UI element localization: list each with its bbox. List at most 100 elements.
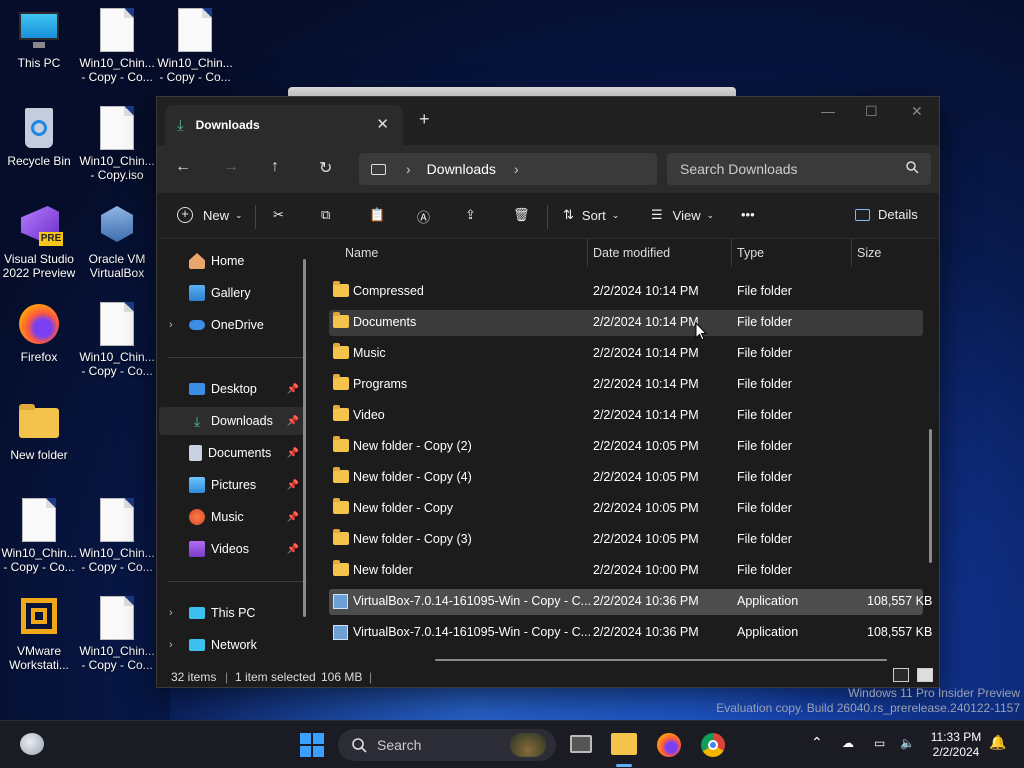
desktop-icon-visual-studio[interactable]: PRE Visual Studio 2022 Preview <box>0 204 78 280</box>
sidebar-item-this-pc[interactable]: › This PC <box>159 599 305 627</box>
chevron-right-icon[interactable]: › <box>169 319 173 331</box>
file-row[interactable]: Music 2/2/2024 10:14 PM File folder <box>329 341 923 367</box>
maximize-button[interactable]: ☐ <box>865 103 878 120</box>
desktop-icon-label: New folder <box>10 448 68 462</box>
sidebar-item-downloads[interactable]: ⤓ Downloads 📌 <box>159 407 305 435</box>
sidebar-item-videos[interactable]: Videos 📌 <box>159 535 305 563</box>
cut-icon[interactable]: ✂ <box>273 207 284 223</box>
horizontal-scrollbar[interactable] <box>435 659 887 661</box>
file-row[interactable]: Compressed 2/2/2024 10:14 PM File folder <box>329 279 923 305</box>
task-view-icon[interactable] <box>570 735 592 753</box>
cloud-offline-icon[interactable]: ☁ <box>842 736 854 751</box>
file-row[interactable]: Programs 2/2/2024 10:14 PM File folder <box>329 372 923 398</box>
file-row[interactable]: New folder 2/2/2024 10:00 PM File folder <box>329 558 923 584</box>
search-input[interactable]: Search Downloads <box>667 153 931 185</box>
desktop-icon-file[interactable]: Win10_Chin... - Copy - Co... <box>78 498 156 574</box>
file-row[interactable]: Documents 2/2/2024 10:14 PM File folder <box>329 310 923 336</box>
desktop-icon-iso[interactable]: Win10_Chin... - Copy.iso <box>78 106 156 182</box>
pin-icon[interactable]: 📌 <box>287 512 299 523</box>
desktop-icon-new-folder[interactable]: New folder <box>0 400 78 462</box>
virtualbox-installer-icon <box>333 594 348 609</box>
chrome-taskbar-icon[interactable] <box>701 733 725 757</box>
sidebar-item-home[interactable]: Home <box>159 247 305 275</box>
file-row[interactable]: New folder - Copy (3) 2/2/2024 10:05 PM Fi… <box>329 527 923 553</box>
file-row[interactable]: New folder - Copy (2) 2/2/2024 10:05 PM Fi… <box>329 434 923 460</box>
network-icon[interactable]: ▭ <box>874 736 885 751</box>
details-button[interactable]: Details <box>855 207 918 222</box>
sidebar-item-documents[interactable]: Documents 📌 <box>159 439 305 467</box>
refresh-button[interactable]: ↻ <box>319 158 332 178</box>
volume-icon[interactable]: 🔈 <box>900 736 915 751</box>
taskbar-search[interactable]: Search <box>338 729 556 761</box>
desktop-icon-recycle-bin[interactable]: Recycle Bin <box>0 106 78 168</box>
sidebar-item-gallery[interactable]: Gallery <box>159 279 305 307</box>
copy-icon[interactable]: ⧉ <box>321 207 330 223</box>
sidebar-item-desktop[interactable]: Desktop 📌 <box>159 375 305 403</box>
file-row[interactable]: New folder - Copy (4) 2/2/2024 10:05 PM Fi… <box>329 465 923 491</box>
pin-icon[interactable]: 📌 <box>287 544 299 555</box>
sidebar-item-music[interactable]: Music 📌 <box>159 503 305 531</box>
desktop-icon-this-pc[interactable]: This PC <box>0 8 78 70</box>
file-list-scrollbar[interactable] <box>929 429 932 563</box>
desktop-icon-file[interactable]: Win10_Chin... - Copy - Co... <box>78 596 156 672</box>
column-header-date[interactable]: Date modified <box>593 246 670 260</box>
column-header-size[interactable]: Size <box>857 246 881 260</box>
notification-bell-icon[interactable]: 🔔 <box>989 735 1006 750</box>
weather-icon[interactable] <box>20 733 44 755</box>
desktop-icon-file[interactable]: Win10_Chin... - Copy - Co... <box>0 498 78 574</box>
chevron-right-icon[interactable]: › <box>169 639 173 651</box>
desktop-icon-file[interactable]: Win10_Chin... - Copy - Co... <box>156 8 234 84</box>
clock[interactable]: 11:33 PM 2/2/2024 <box>924 730 988 760</box>
column-header-name[interactable]: Name <box>345 246 378 260</box>
forward-button[interactable]: → <box>223 158 239 176</box>
new-button[interactable]: + New ⌄ <box>177 207 243 223</box>
details-view-icon[interactable] <box>893 668 909 682</box>
desktop-icon-label: Recycle Bin <box>7 154 71 168</box>
pin-icon[interactable]: 📌 <box>287 384 299 395</box>
sidebar-item-pictures[interactable]: Pictures 📌 <box>159 471 305 499</box>
file-row[interactable]: VirtualBox-7.0.14-161095-Win - Copy - C.… <box>329 620 932 646</box>
up-button[interactable]: ↑ <box>271 158 279 176</box>
pin-icon[interactable]: 📌 <box>287 448 299 459</box>
file-type: File folder <box>737 315 792 329</box>
new-tab-button[interactable]: + <box>419 109 430 130</box>
more-options-button[interactable]: ••• <box>741 207 755 222</box>
sidebar-item-onedrive[interactable]: › OneDrive <box>159 311 305 339</box>
desktop-icon-virtualbox[interactable]: Oracle VM VirtualBox <box>78 204 156 280</box>
address-field[interactable]: › Downloads › <box>359 153 657 185</box>
column-header-type[interactable]: Type <box>737 246 764 260</box>
desktop-icon-file[interactable]: Win10_Chin... - Copy - Co... <box>78 302 156 378</box>
file-row[interactable]: VirtualBox-7.0.14-161095-Win - Copy - C.… <box>329 589 932 615</box>
chevron-up-icon[interactable]: ⌃ <box>811 735 823 750</box>
close-window-button[interactable]: ✕ <box>911 103 923 120</box>
sidebar-item-label: Pictures <box>211 478 257 492</box>
pin-icon[interactable]: 📌 <box>287 416 299 427</box>
close-tab-icon[interactable]: ✕ <box>376 115 389 133</box>
breadcrumb-downloads[interactable]: Downloads <box>427 161 496 177</box>
desktop-icon-firefox[interactable]: Firefox <box>0 302 78 364</box>
tab-downloads[interactable]: ⤓ Downloads ✕ <box>165 105 403 145</box>
paste-icon[interactable]: 📋 <box>369 207 385 223</box>
column-divider[interactable] <box>851 239 852 267</box>
desktop-icon-vmware[interactable]: VMware Workstati... <box>0 596 78 672</box>
pin-icon[interactable]: 📌 <box>287 480 299 491</box>
minimize-button[interactable]: — <box>821 103 835 119</box>
column-divider[interactable] <box>731 239 732 267</box>
sidebar-scrollbar[interactable] <box>303 259 306 617</box>
firefox-taskbar-icon[interactable] <box>657 733 681 757</box>
tiles-view-icon[interactable] <box>917 668 933 682</box>
file-explorer-taskbar-icon[interactable] <box>611 733 637 755</box>
file-row[interactable]: New folder - Copy 2/2/2024 10:05 PM File f… <box>329 496 923 522</box>
back-button[interactable]: ← <box>175 158 191 176</box>
view-button[interactable]: ☰ View ⌄ <box>651 207 714 223</box>
sort-button[interactable]: ⇅ Sort ⌄ <box>563 207 619 223</box>
chevron-right-icon[interactable]: › <box>169 607 173 619</box>
start-button[interactable] <box>300 733 324 757</box>
share-icon[interactable]: ⇪ <box>465 207 476 223</box>
rename-icon[interactable]: Ⓐ <box>417 207 430 226</box>
delete-icon[interactable]: 🗑 <box>513 207 530 223</box>
sidebar-item-network[interactable]: › Network <box>159 631 305 659</box>
desktop-icon-file[interactable]: Win10_Chin... - Copy - Co... <box>78 8 156 84</box>
column-divider[interactable] <box>587 239 588 267</box>
file-row[interactable]: Video 2/2/2024 10:14 PM File folder <box>329 403 923 429</box>
